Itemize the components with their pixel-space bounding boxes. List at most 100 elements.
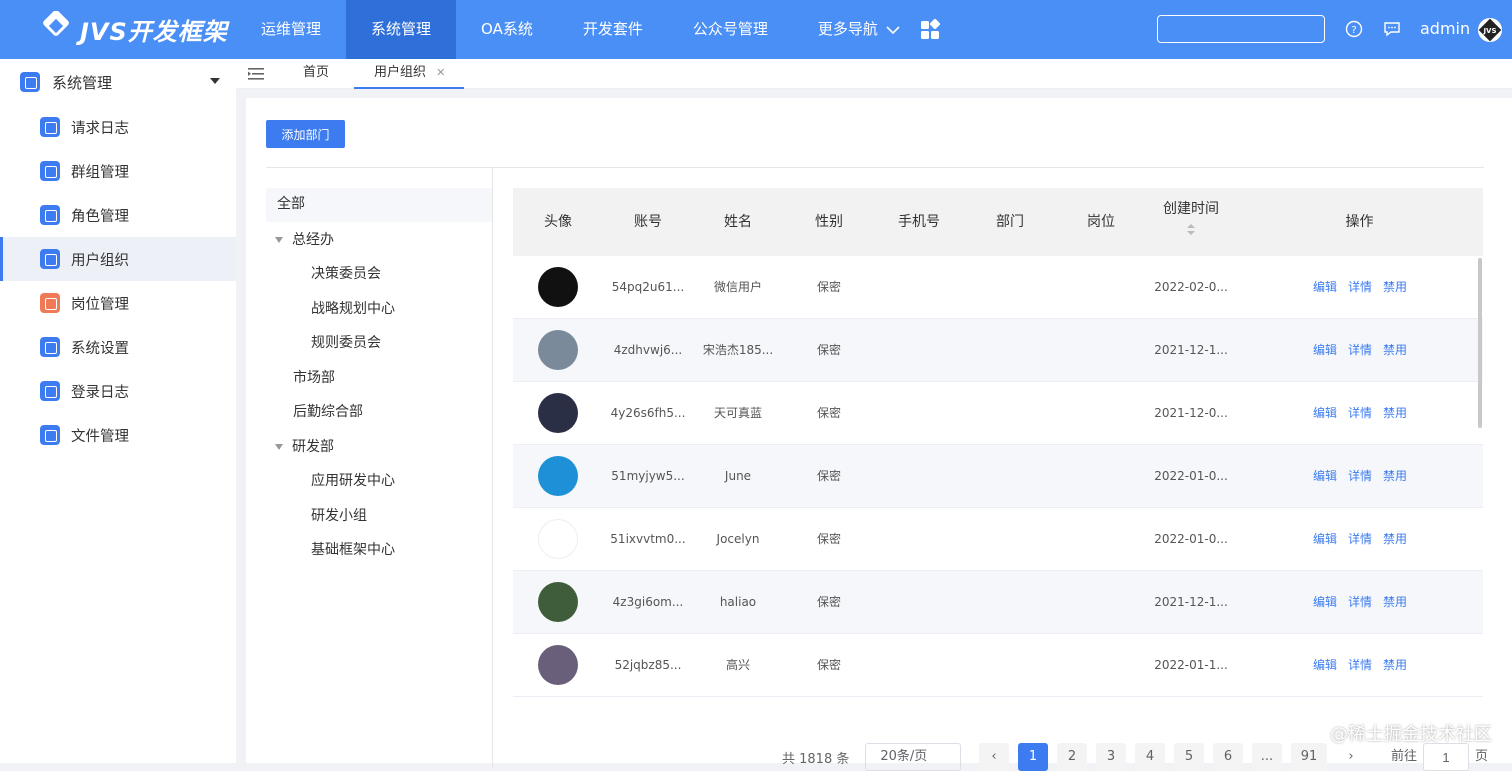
table-row: 51ixvvtm0... Jocelyn 保密 2022-01-0... 编辑 详情 禁用 [513,508,1483,571]
sidebar-item-login-log[interactable]: 登录日志 [0,369,236,413]
detail-link[interactable]: 详情 [1348,508,1372,571]
tree-node[interactable]: 总经办 [275,228,334,252]
table-header: 头像 账号 姓名 性别 手机号 部门 岗位 创建时间 操作 [513,188,1483,256]
tree-node[interactable]: 研发部 [275,435,334,459]
cell-dept [965,571,1055,634]
tree-node[interactable]: 研发小组 [311,504,367,528]
nav-devkit[interactable]: 开发套件 [558,0,668,59]
table-row: 4zdhvwj6... 宋浩杰185... 保密 2021-12-1... 编辑 详情 禁用 [513,319,1483,382]
sidebar-item-groups[interactable]: 群组管理 [0,149,236,193]
chevron-down-icon [886,25,900,34]
caret-down-icon[interactable] [275,237,283,243]
nav-system[interactable]: 系统管理 [346,0,457,59]
column-header-account: 账号 [634,214,662,230]
cell-dept [965,256,1055,319]
nav-more[interactable]: 更多导航 [793,0,925,59]
disable-link[interactable]: 禁用 [1383,382,1407,445]
edit-link[interactable]: 编辑 [1313,508,1337,571]
sidebar-item-posts[interactable]: 岗位管理 [0,281,236,325]
menu-collapse-icon[interactable] [248,67,264,81]
column-header-created-label: 创建时间 [1163,201,1219,217]
table-row: 4y26s6fh5... 天可真蓝 保密 2021-12-0... 编辑 详情 禁用 [513,382,1483,445]
cell-created: 2021-12-0... [1154,406,1228,420]
edit-link[interactable]: 编辑 [1313,634,1337,697]
help-icon[interactable]: ? [1345,20,1363,38]
next-page-button[interactable]: › [1336,743,1366,771]
column-header-created[interactable]: 创建时间 [1146,188,1236,256]
page-button[interactable]: 5 [1174,743,1204,771]
disable-link[interactable]: 禁用 [1383,571,1407,634]
disable-link[interactable]: 禁用 [1383,256,1407,319]
sidebar-item-label: 群组管理 [71,164,129,181]
tree-node[interactable]: 规则委员会 [311,331,381,355]
sidebar-item-request-log[interactable]: 请求日志 [0,105,236,149]
cell-post [1056,571,1146,634]
cell-gender: 保密 [816,595,841,609]
nav-more-label: 更多导航 [817,20,878,38]
tab-home[interactable]: 首页 [303,59,329,89]
sidebar-item-user-org[interactable]: 用户组织 [0,237,236,281]
edit-link[interactable]: 编辑 [1313,571,1337,634]
tree-node[interactable]: 基础框架中心 [311,538,395,562]
tree-node[interactable]: 应用研发中心 [311,469,395,493]
edit-link[interactable]: 编辑 [1313,445,1337,508]
detail-link[interactable]: 详情 [1348,571,1372,634]
tree-node-all[interactable]: 全部 [266,188,492,222]
page-size-select[interactable]: 20条/页 [865,743,962,771]
edit-link[interactable]: 编辑 [1313,382,1337,445]
detail-link[interactable]: 详情 [1348,382,1372,445]
nav-wechat[interactable]: 公众号管理 [668,0,793,59]
nav-oa[interactable]: OA系统 [456,0,558,59]
add-department-button[interactable]: 添加部门 [266,120,345,148]
edit-link[interactable]: 编辑 [1313,256,1337,319]
caret-down-icon[interactable] [275,444,283,450]
tree-node[interactable]: 后勤综合部 [293,400,363,424]
page-button[interactable]: 3 [1096,743,1126,771]
cell-post [1056,445,1146,508]
avatar [538,267,578,307]
disable-link[interactable]: 禁用 [1383,634,1407,697]
search-input[interactable] [1157,15,1325,43]
disable-link[interactable]: 禁用 [1383,508,1407,571]
avatar[interactable]: JVS [1478,18,1502,42]
page-button[interactable]: 91 [1291,743,1327,771]
svg-text:JVS: JVS [1482,27,1496,35]
tree-node[interactable]: 决策委员会 [311,262,381,286]
goto-page-input[interactable] [1423,743,1470,771]
scrollbar[interactable] [1478,258,1482,428]
page-button[interactable]: 1 [1018,743,1048,771]
detail-link[interactable]: 详情 [1348,634,1372,697]
cell-dept [965,508,1055,571]
column-header-post: 岗位 [1087,214,1115,230]
svg-text:?: ? [1351,25,1356,36]
disable-link[interactable]: 禁用 [1383,319,1407,382]
page-button[interactable]: 2 [1057,743,1087,771]
sidebar-item-roles[interactable]: 角色管理 [0,193,236,237]
edit-link[interactable]: 编辑 [1313,319,1337,382]
detail-link[interactable]: 详情 [1348,445,1372,508]
page-button[interactable]: 4 [1135,743,1165,771]
prev-page-button[interactable]: ‹ [979,743,1009,771]
sort-icon[interactable] [1187,224,1195,236]
tree-node[interactable]: 市场部 [293,366,335,390]
page-ellipsis[interactable]: ... [1252,743,1282,771]
column-header-dept: 部门 [996,214,1024,230]
logo[interactable]: JVS开发框架 [38,10,228,48]
sidebar-item-files[interactable]: 文件管理 [0,413,236,457]
tab-user-org[interactable]: 用户组织 ✕ [354,59,464,89]
tree-node[interactable]: 战略规划中心 [311,297,395,321]
sidebar-item-settings[interactable]: 系统设置 [0,325,236,369]
detail-link[interactable]: 详情 [1348,256,1372,319]
detail-link[interactable]: 详情 [1348,319,1372,382]
nav-ops[interactable]: 运维管理 [236,0,346,59]
disable-link[interactable]: 禁用 [1383,445,1407,508]
avatar [538,393,578,433]
apps-icon[interactable] [918,18,942,42]
message-icon[interactable] [1383,20,1401,38]
user-name[interactable]: admin [1420,19,1470,38]
sidebar-group-header[interactable]: 系统管理 [0,59,236,105]
tab-label: 用户组织 [374,65,427,80]
cell-created: 2022-01-1... [1154,658,1228,672]
close-icon[interactable]: ✕ [436,66,445,79]
page-button[interactable]: 6 [1213,743,1243,771]
